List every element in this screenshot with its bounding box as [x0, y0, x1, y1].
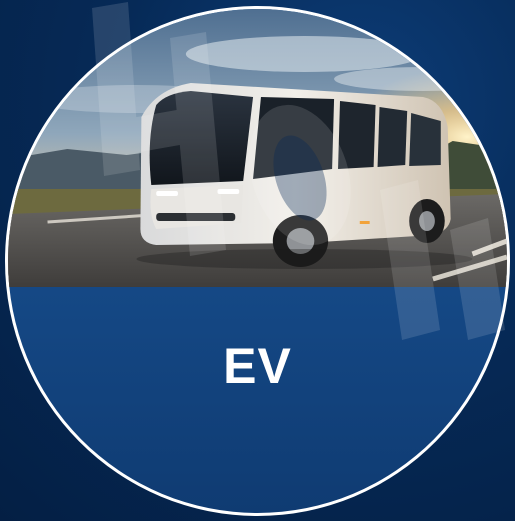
ev-label: EV	[223, 338, 292, 394]
electric-bus-photo	[8, 9, 507, 287]
ev-badge[interactable]: EV	[5, 6, 510, 516]
ev-badge-canvas: EV	[0, 0, 515, 521]
